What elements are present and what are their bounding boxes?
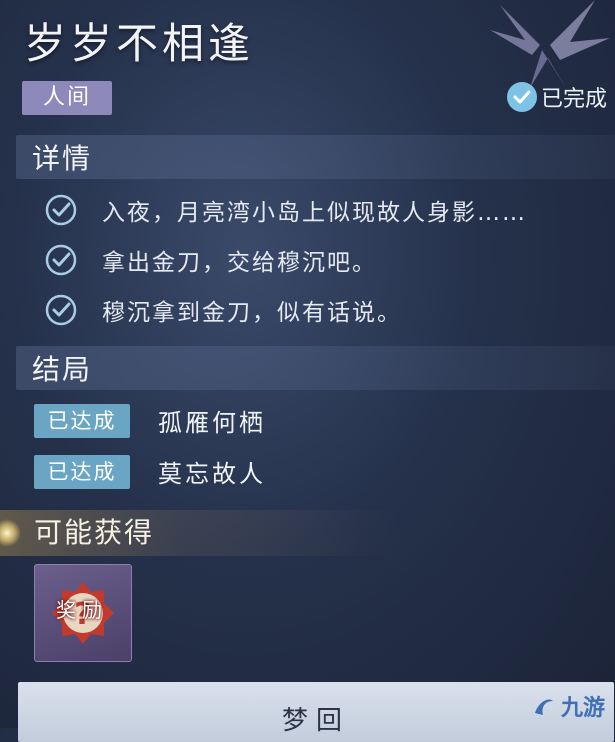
completed-check-icon <box>506 82 537 112</box>
rewards-heading: 可能获得 <box>34 516 155 549</box>
quest-detail-panel: 岁岁不相逢 人间 已完成 详情 入夜，月亮湾小岛上似现故人身影…… 拿出金刀，交… <box>0 0 615 742</box>
quest-title: 岁岁不相逢 <box>24 19 255 68</box>
ending-name: 孤雁何栖 <box>158 409 266 437</box>
butterfly-emblem-icon <box>490 0 610 88</box>
dream-return-button-label: 梦回 <box>281 706 350 736</box>
ending-item: 已达成 莫忘故人 <box>34 454 266 489</box>
endings-section-bar <box>16 346 615 390</box>
details-heading: 详情 <box>32 142 93 175</box>
quest-category-tag: 人间 <box>22 81 112 115</box>
detail-item: 入夜，月亮湾小岛上似现故人身影…… <box>44 193 527 227</box>
check-circle-icon <box>45 194 77 226</box>
detail-text: 拿出金刀，交给穆沉吧。 <box>102 250 377 276</box>
watermark-logo-icon <box>534 699 553 715</box>
ending-item: 已达成 孤雁何栖 <box>34 403 266 438</box>
achieved-badge: 已达成 <box>34 403 130 438</box>
sparkle-icon <box>0 518 20 548</box>
detail-text: 入夜，月亮湾小岛上似现故人身影…… <box>102 200 527 226</box>
watermark-text: 九游 <box>560 696 605 721</box>
reward-label: 奖励 <box>56 598 108 622</box>
detail-text: 穆沉拿到金刀，似有话说。 <box>102 300 402 326</box>
ending-name: 莫忘故人 <box>158 460 266 488</box>
detail-item: 拿出金刀，交给穆沉吧。 <box>44 243 377 277</box>
quest-status: 已完成 <box>506 81 607 113</box>
detail-item: 穆沉拿到金刀，似有话说。 <box>44 293 402 327</box>
site-watermark: 九游 <box>531 690 605 722</box>
check-circle-icon <box>45 244 77 276</box>
achieved-badge: 已达成 <box>34 454 130 489</box>
quest-status-label: 已完成 <box>540 87 607 112</box>
dream-return-button[interactable]: 梦回 <box>18 682 614 742</box>
endings-heading: 结局 <box>32 353 93 386</box>
check-circle-icon <box>45 294 77 326</box>
details-section-bar <box>16 135 615 179</box>
